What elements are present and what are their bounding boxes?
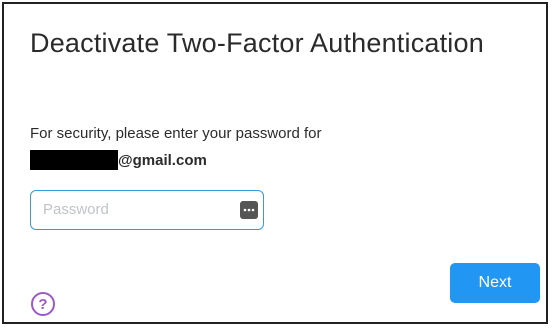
instruction-text: For security, please enter your password… [30, 125, 322, 142]
password-input[interactable] [43, 191, 223, 228]
email-domain: @gmail.com [118, 151, 207, 169]
password-field-container[interactable] [30, 190, 264, 230]
next-button[interactable]: Next [450, 263, 540, 303]
redacted-email-username [30, 150, 118, 170]
help-icon[interactable]: ? [31, 292, 55, 316]
deactivate-2fa-dialog: Deactivate Two-Factor Authentication For… [2, 2, 548, 324]
password-keychain-icon[interactable] [240, 201, 258, 219]
dialog-title: Deactivate Two-Factor Authentication [30, 28, 484, 58]
account-email: @gmail.com [30, 149, 207, 171]
